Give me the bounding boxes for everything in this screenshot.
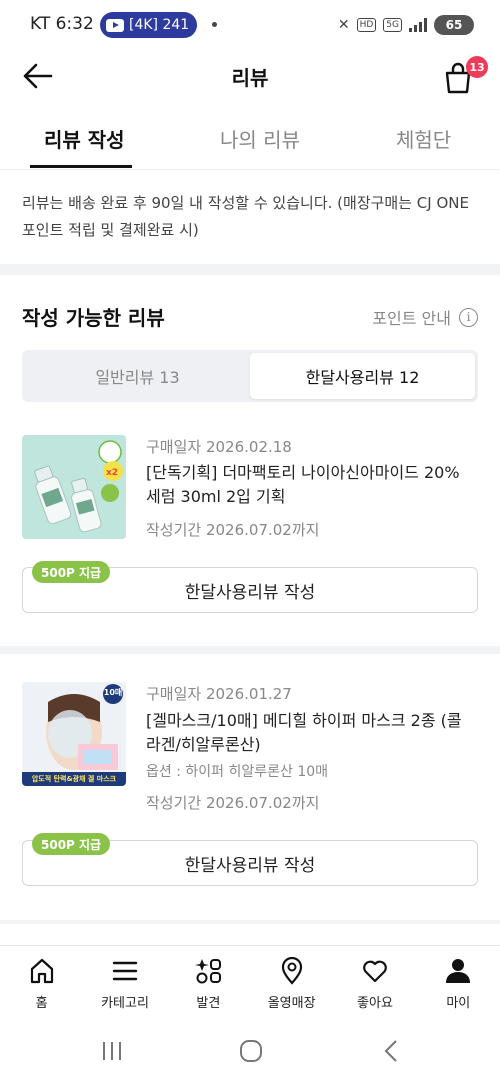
nav-home[interactable]: 홈 <box>0 946 83 1020</box>
nav-label: 좋아요 <box>357 996 393 1011</box>
thumbnail-banner: 압도적 탄력&광채 겔 마스크 <box>31 775 117 783</box>
media-indicator-label: [4K] 241 <box>129 17 190 33</box>
product-thumbnail[interactable]: x2 <box>22 435 126 539</box>
item-divider <box>0 920 500 924</box>
app-header: 리뷰 <box>0 50 500 102</box>
battery-icon: 65 <box>434 15 474 35</box>
product-name[interactable]: [단독기획] 더마팩토리 나이아신아마이드 20% 세럼 30ml 2입 기획 <box>146 461 466 509</box>
section-title: 작성 가능한 리뷰 <box>22 306 165 330</box>
nav-label: 카테고리 <box>101 996 149 1011</box>
notification-dot-icon <box>212 22 217 27</box>
chevron-left-icon <box>384 1040 397 1062</box>
review-notice: 리뷰는 배송 완료 후 90일 내 작성할 수 있습니다. (매장구매는 CJ … <box>22 194 469 239</box>
home-circle-icon <box>240 1040 262 1062</box>
nav-discover[interactable]: 발견 <box>167 946 250 1020</box>
purchase-date: 구매일자 2026.01.27 <box>146 685 292 703</box>
thumbnail-count-badge: 10매 <box>103 688 123 697</box>
home-system-button[interactable] <box>234 1036 268 1066</box>
product-thumbnail[interactable]: 10매 압도적 탄력&광채 겔 마스크 <box>22 682 126 786</box>
heart-icon <box>360 956 390 986</box>
page-title: 리뷰 <box>231 66 269 90</box>
tab-experience-group[interactable]: 체험단 <box>396 124 451 153</box>
purchase-date: 구매일자 2026.02.18 <box>146 438 292 456</box>
cart-count-badge: 13 <box>466 56 488 78</box>
hd-icon: HD <box>356 18 377 32</box>
point-reward-tag: 500P 지급 <box>32 833 111 855</box>
item-divider <box>0 646 500 654</box>
status-bar: KT 6:32 [4K] 241 ✕ HD 5G 65 <box>0 0 500 50</box>
tab-write-review[interactable]: 리뷰 작성 <box>44 124 125 153</box>
status-time: KT 6:32 <box>30 14 94 34</box>
review-type-segment: 일반리뷰 13 한달사용리뷰 12 <box>22 350 478 402</box>
review-period: 작성기간 2026.07.02까지 <box>146 794 320 812</box>
point-guide-label: 포인트 안내 <box>372 309 451 328</box>
signal-icon <box>409 18 427 32</box>
active-tab-indicator <box>30 165 132 168</box>
nav-label: 홈 <box>35 996 48 1011</box>
mute-icon: ✕ <box>337 17 350 33</box>
point-reward-tag: 500P 지급 <box>32 561 111 583</box>
nav-my[interactable]: 마이 <box>417 946 500 1020</box>
segment-general-review[interactable]: 일반리뷰 13 <box>25 353 250 399</box>
product-option: 옵션 : 하이퍼 히알루론산 10매 <box>146 764 329 780</box>
location-icon <box>277 956 307 986</box>
person-icon <box>443 956 473 986</box>
network-5g-icon: 5G <box>383 18 402 32</box>
nav-store[interactable]: 올영매장 <box>250 946 333 1020</box>
review-tabs: 리뷰 작성 나의 리뷰 체험단 <box>0 112 500 170</box>
section-divider <box>0 264 500 275</box>
point-guide-link[interactable]: 포인트 안내 i <box>372 305 478 329</box>
bottom-navigation: 홈 카테고리 발견 올영매장 좋아요 마이 <box>0 945 500 1020</box>
youtube-icon <box>106 18 124 32</box>
tab-my-reviews[interactable]: 나의 리뷰 <box>220 124 300 153</box>
info-icon: i <box>459 307 478 327</box>
segment-month-review[interactable]: 한달사용리뷰 12 <box>250 353 475 399</box>
nav-likes[interactable]: 좋아요 <box>333 946 416 1020</box>
nav-label: 올영매장 <box>267 996 316 1011</box>
nav-label: 발견 <box>196 996 221 1011</box>
serum-bottles-image: x2 <box>22 435 126 539</box>
system-back-button[interactable] <box>374 1036 408 1066</box>
system-navigation <box>0 1020 500 1083</box>
recent-apps-button[interactable] <box>95 1036 129 1066</box>
nav-category[interactable]: 카테고리 <box>83 946 166 1020</box>
recent-apps-icon <box>103 1042 121 1060</box>
discover-icon <box>193 956 223 986</box>
nav-label: 마이 <box>446 996 471 1011</box>
status-icons: ✕ HD 5G 65 <box>338 15 474 35</box>
home-icon <box>27 956 57 986</box>
review-period: 작성기간 2026.07.02까지 <box>146 521 320 539</box>
thumbnail-badge-text: x2 <box>106 468 118 478</box>
menu-icon <box>110 956 140 986</box>
product-name[interactable]: [겔마스크/10매] 메디힐 하이퍼 마스크 2종 (콜라겐/히알루론산) <box>146 709 466 757</box>
media-indicator[interactable]: [4K] 241 <box>100 12 197 38</box>
